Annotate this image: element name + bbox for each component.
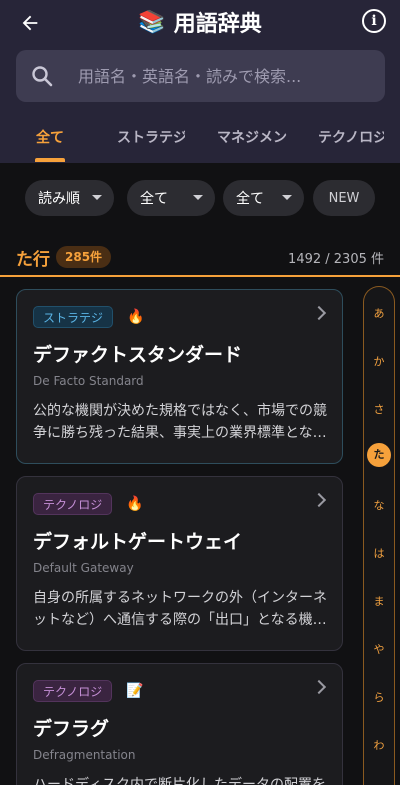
search-icon bbox=[32, 66, 53, 87]
category-badge: ストラテジ bbox=[33, 306, 114, 328]
category-label: 全て bbox=[140, 191, 168, 207]
filter-bar: 読み順 全て 全て NEW bbox=[0, 180, 400, 216]
term-title: デフォルトゲートウェイ bbox=[33, 531, 243, 553]
tab-management[interactable]: マネジメント bbox=[217, 115, 287, 163]
category-dropdown[interactable]: 全て bbox=[127, 180, 215, 216]
section-header: た行 285件 1492 / 2305 件 bbox=[0, 241, 400, 273]
tab-all[interactable]: 全て bbox=[36, 115, 76, 163]
page-title: 📚 用語辞典 bbox=[0, 6, 400, 38]
memo-icon: 📝 bbox=[126, 683, 144, 699]
index-item[interactable]: ら bbox=[364, 689, 394, 705]
fire-icon: 🔥 bbox=[126, 496, 144, 512]
sort-label: 読み順 bbox=[38, 191, 80, 207]
new-filter-button[interactable]: NEW bbox=[313, 180, 375, 216]
count-badge: 285件 bbox=[56, 246, 112, 268]
term-card[interactable]: ストラテジ 🔥 デファクトスタンダード De Facto Standard 公的… bbox=[16, 289, 343, 464]
term-title: デフラグ bbox=[33, 718, 110, 740]
search-bar[interactable] bbox=[16, 50, 385, 102]
chevron-down-icon bbox=[193, 195, 203, 200]
term-description: 公的な機関が決めた規格ではなく、市場での競争に勝ち残った結果、事実上の業界標準と… bbox=[33, 403, 327, 441]
index-item[interactable]: な bbox=[364, 497, 394, 513]
category-badge: テクノロジ bbox=[33, 680, 113, 702]
index-item[interactable]: あ bbox=[364, 305, 394, 321]
term-description: ハードディスク内で断片化したデータの配置を bbox=[33, 777, 327, 785]
total-count: 1492 / 2305 件 bbox=[288, 252, 384, 267]
term-english: De Facto Standard bbox=[33, 374, 144, 388]
sort-dropdown[interactable]: 読み順 bbox=[25, 180, 114, 216]
search-input[interactable] bbox=[78, 66, 348, 86]
index-item[interactable]: ま bbox=[364, 593, 394, 609]
index-item[interactable]: や bbox=[364, 641, 394, 657]
term-english: Defragmentation bbox=[33, 748, 136, 762]
tab-strategy[interactable]: ストラテジ bbox=[117, 115, 185, 163]
tab-technology[interactable]: テクノロジ bbox=[318, 115, 384, 163]
index-item[interactable]: さ bbox=[364, 401, 394, 417]
index-scrollbar[interactable]: あ か さ た な は ま や ら わ bbox=[363, 286, 395, 785]
chevron-right-icon bbox=[311, 679, 327, 695]
section-divider bbox=[0, 275, 400, 277]
chevron-right-icon bbox=[311, 305, 327, 321]
term-english: Default Gateway bbox=[33, 561, 134, 575]
info-icon: i bbox=[371, 13, 377, 29]
index-item[interactable]: か bbox=[364, 353, 394, 369]
chevron-right-icon bbox=[311, 492, 327, 508]
status-dropdown[interactable]: 全て bbox=[223, 180, 304, 216]
term-title: デファクトスタンダード bbox=[33, 344, 243, 366]
app-header: 📚 用語辞典 i 全て ストラテジ マネジメント テクノロジ bbox=[0, 0, 400, 163]
index-item[interactable]: わ bbox=[364, 737, 394, 753]
chevron-down-icon bbox=[282, 195, 292, 200]
index-item[interactable]: は bbox=[364, 545, 394, 561]
section-title: た行 bbox=[16, 250, 50, 270]
fire-icon: 🔥 bbox=[127, 309, 145, 325]
term-description: 自身の所属するネットワークの外（インターネットなど）へ通信する際の「出口」となる… bbox=[33, 590, 327, 628]
tab-indicator bbox=[35, 158, 65, 162]
info-button[interactable]: i bbox=[362, 9, 386, 33]
books-icon: 📚 bbox=[138, 9, 166, 35]
category-badge: テクノロジ bbox=[33, 493, 113, 515]
category-tabs: 全て ストラテジ マネジメント テクノロジ bbox=[0, 115, 400, 163]
chevron-down-icon bbox=[92, 195, 102, 200]
term-card[interactable]: テクノロジ 🔥 デフォルトゲートウェイ Default Gateway 自身の所… bbox=[16, 476, 343, 651]
page-title-text: 用語辞典 bbox=[173, 12, 262, 37]
index-item-active[interactable]: た bbox=[367, 443, 391, 467]
status-label: 全て bbox=[236, 191, 264, 207]
term-card[interactable]: テクノロジ 📝 デフラグ Defragmentation ハードディスク内で断片… bbox=[16, 663, 343, 785]
